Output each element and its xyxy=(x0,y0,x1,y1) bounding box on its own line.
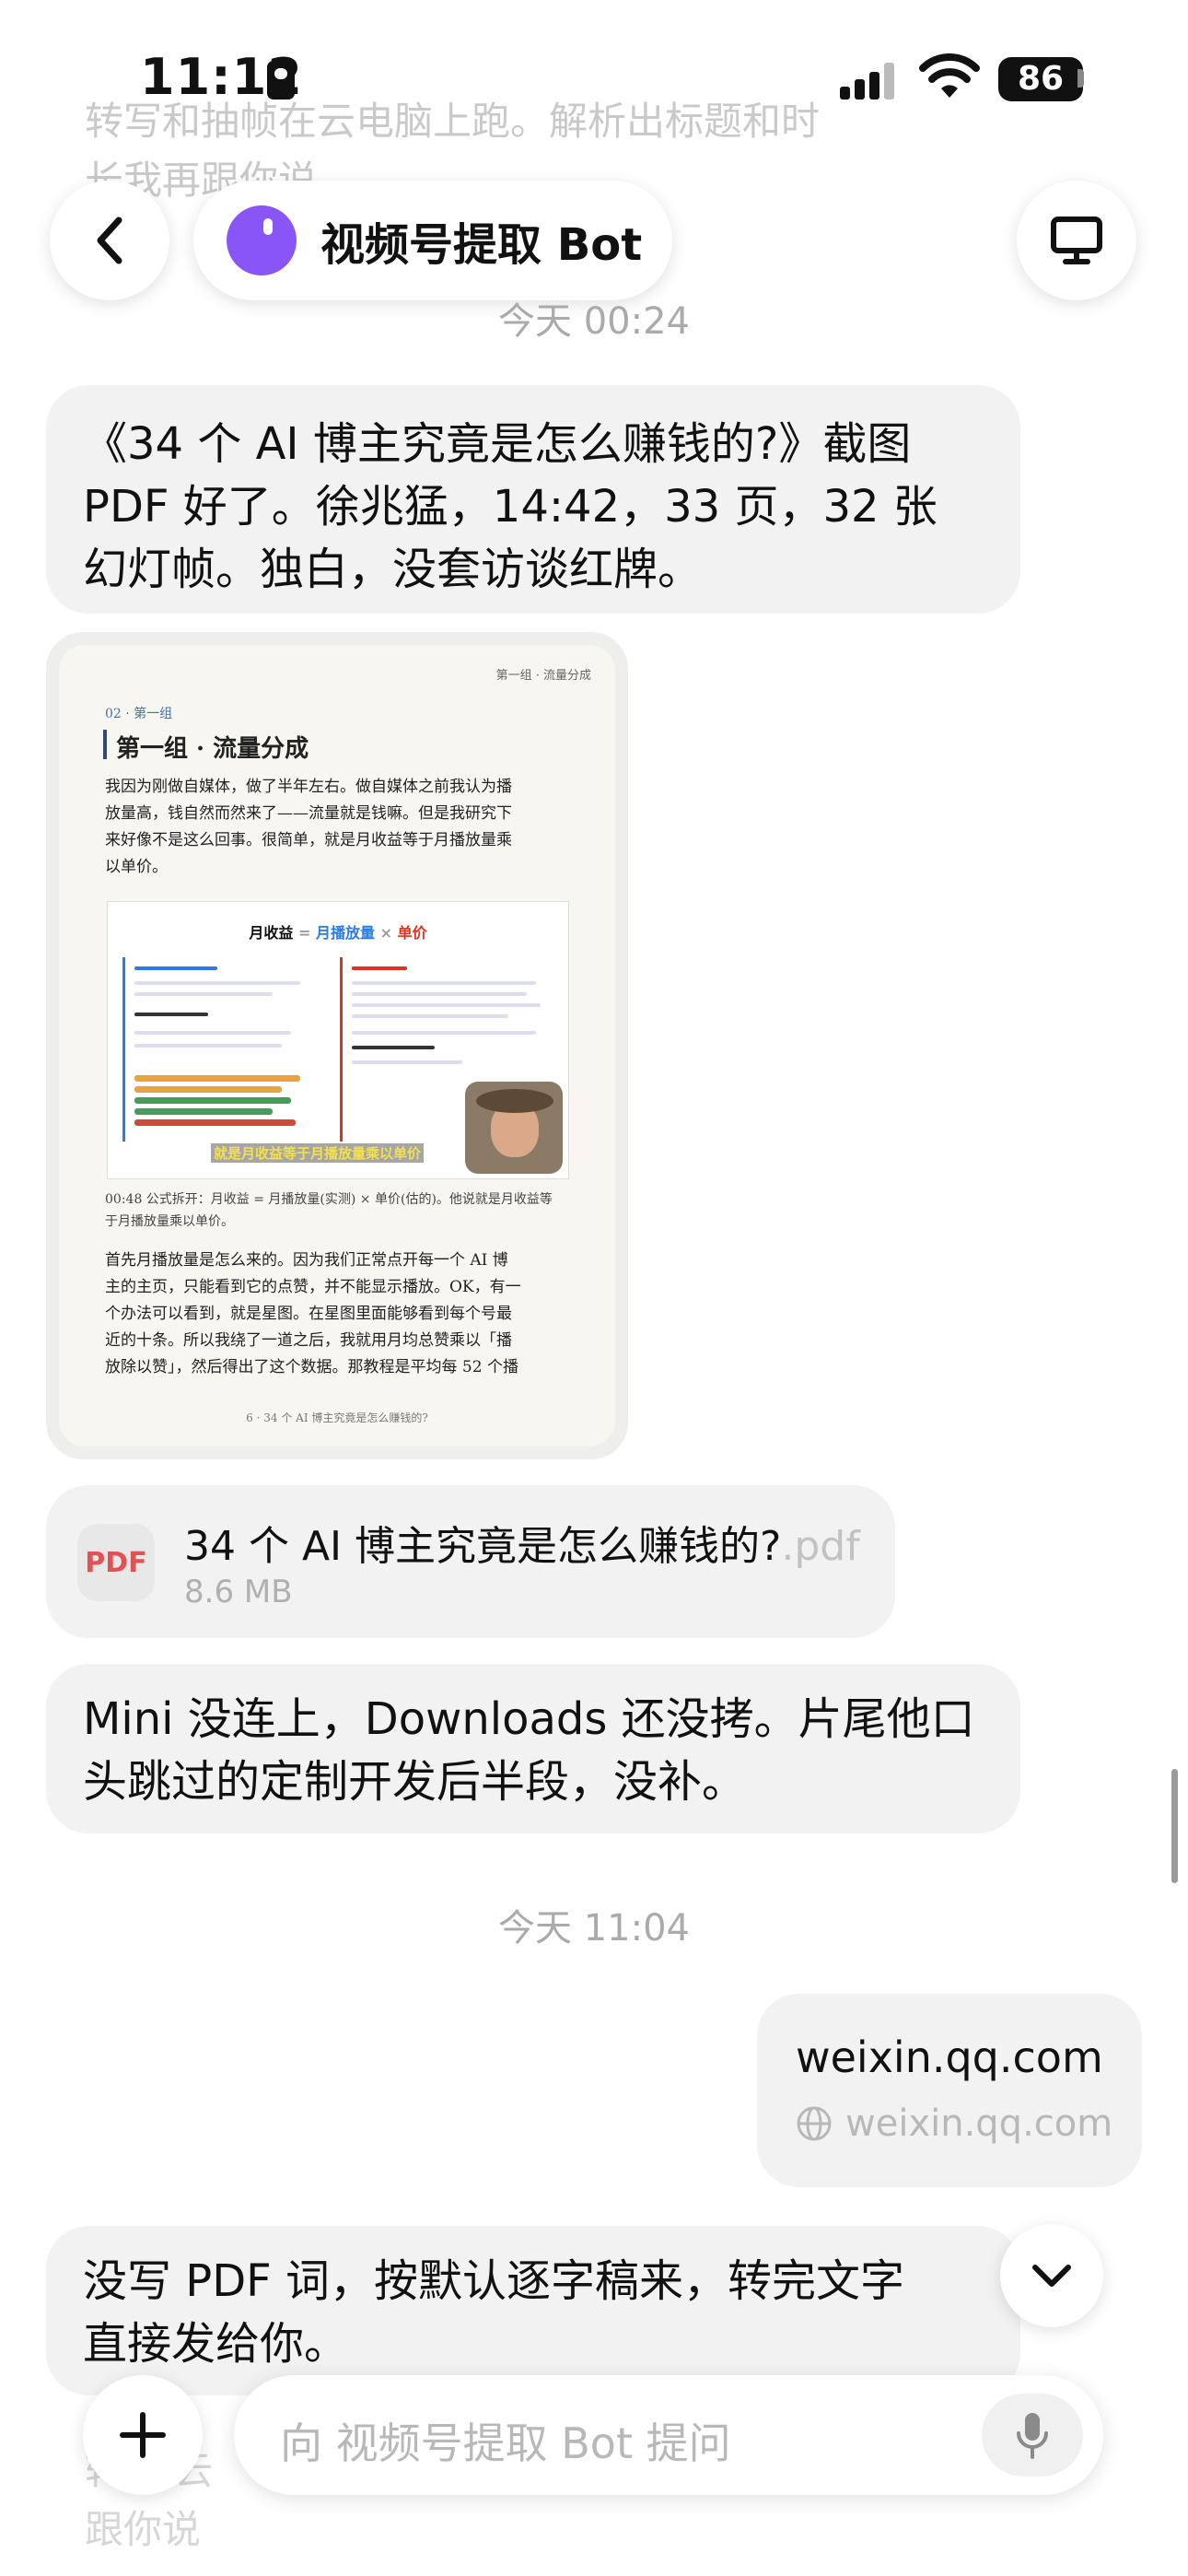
bot-message: Mini 没连上，Downloads 还没拷。片尾他口 头跳过的定制开发后半段，… xyxy=(46,1664,1020,1833)
doc-line: 于月播放量乘以单价。 xyxy=(105,1214,234,1229)
bot-message: 没写 PDF 词，按默认逐字稿来，转完文字 直接发给你。 xyxy=(46,2226,1020,2395)
pdf-page-preview: 第一组 · 流量分成 02 · 第一组 第一组 · 流量分成 我因为刚做自媒体，… xyxy=(59,645,615,1446)
formula-term: 月收益 xyxy=(249,924,294,942)
battery-indicator: 86 xyxy=(998,57,1083,101)
user-link-message[interactable]: weixin.qq.com weixin.qq.com xyxy=(757,1994,1142,2187)
slide-frame: 月收益 = 月播放量 × 单价 就是月收益等于月播放量乘以单价 xyxy=(107,901,569,1179)
doc-line: 来好像不是这么回事。很简单，就是月收益等于月播放量乘 xyxy=(105,831,512,849)
message-text: 没写 PDF 词，按默认逐字稿来，转完文字 直接发给你。 xyxy=(83,2250,904,2375)
link-domain: weixin.qq.com xyxy=(845,2102,1113,2145)
message-input-placeholder: 向 视频号提取 Bot 提问 xyxy=(280,2418,731,2468)
plus-icon xyxy=(120,2412,166,2458)
message-text: 《34 个 AI 博主究竟是怎么赚钱的?》截图 PDF 好了。徐兆猛，14:42… xyxy=(83,413,938,601)
pdf-file-attachment[interactable]: PDF 34 个 AI 博主究竟是怎么赚钱的?.pdf 8.6 MB xyxy=(46,1485,895,1638)
monitor-icon xyxy=(1051,217,1102,264)
file-size: 8.6 MB xyxy=(184,1574,293,1610)
bot-title: 视频号提取 Bot xyxy=(320,219,643,271)
title-accent-bar xyxy=(103,730,107,759)
link-domain-row: weixin.qq.com xyxy=(796,2102,1112,2145)
chevron-down-icon xyxy=(1032,2265,1071,2287)
formula-term: 月播放量 xyxy=(315,924,375,942)
link-title: weixin.qq.com xyxy=(796,2032,1103,2082)
doc-page-footer: 6 · 34 个 AI 博主究竟是怎么赚钱的? xyxy=(246,1411,428,1424)
doc-line: 放量高，钱自然而然来了——流量就是钱嘛。但是我研究下 xyxy=(105,804,512,823)
doc-line: 00:48 公式拆开：月收益 = 月播放量(实测) × 单价(估的)。他说就是月… xyxy=(105,1192,553,1207)
message-line: 直接发给你。 xyxy=(83,2318,349,2370)
file-extension: .pdf xyxy=(781,1523,860,1570)
message-line: 头跳过的定制开发后半段，没补。 xyxy=(83,1756,747,1808)
image-attachment[interactable]: 第一组 · 流量分成 02 · 第一组 第一组 · 流量分成 我因为刚做自媒体，… xyxy=(46,632,628,1459)
message-line: 没写 PDF 词，按默认逐字稿来，转完文字 xyxy=(83,2255,905,2307)
scroll-to-bottom-button[interactable] xyxy=(1000,2224,1103,2327)
cellular-signal-icon xyxy=(840,63,895,100)
timestamp-separator: 今天 11:04 xyxy=(498,1907,690,1950)
doc-line: 首先月播放量是怎么来的。因为我们正常点开每一个 AI 博 xyxy=(105,1251,508,1270)
formula-op: × xyxy=(379,924,392,942)
pdf-file-icon: PDF xyxy=(77,1524,155,1601)
formula-term: 单价 xyxy=(397,924,427,942)
add-attachment-button[interactable] xyxy=(83,2375,203,2495)
doc-line: 主的主页，只能看到它的点赞，并不能显示播放。OK，有一 xyxy=(105,1278,521,1296)
bot-message: 《34 个 AI 博主究竟是怎么赚钱的?》截图 PDF 好了。徐兆猛，14:42… xyxy=(46,385,1020,614)
doc-line: 个办法可以看到，就是星图。在星图里面能够看到每个号最 xyxy=(105,1305,512,1323)
message-input[interactable]: 向 视频号提取 Bot 提问 xyxy=(234,2375,1103,2495)
battery-tip xyxy=(1077,69,1084,88)
timestamp-separator: 今天 00:24 xyxy=(498,300,690,343)
formula-op: = xyxy=(298,924,311,942)
doc-line: 放除以赞」，然后得出了这个数据。那教程是平均每 52 个播 xyxy=(105,1358,518,1376)
slide-formula: 月收益 = 月播放量 × 单价 xyxy=(108,920,568,943)
file-name: 34 个 AI 博主究竟是怎么赚钱的?.pdf xyxy=(184,1513,860,1572)
microphone-icon xyxy=(1017,2413,1048,2459)
doc-running-header: 第一组 · 流量分成 xyxy=(495,669,591,683)
voice-input-button[interactable] xyxy=(982,2394,1083,2476)
doc-section-title: 第一组 · 流量分成 xyxy=(116,735,309,763)
ghost-line: 跟你说 xyxy=(85,2507,202,2552)
message-line: PDF 好了。徐兆猛，14:42，33 页，32 张 xyxy=(83,481,938,533)
file-name-base: 34 个 AI 博主究竟是怎么赚钱的? xyxy=(184,1523,782,1570)
back-button[interactable] xyxy=(50,181,169,300)
message-line: 幻灯帧。独白，没套访谈红牌。 xyxy=(83,544,703,595)
doc-timestamp-note: 00:48 公式拆开：月收益 = 月播放量(实测) × 单价(估的)。他说就是月… xyxy=(105,1188,565,1233)
message-line: 《34 个 AI 博主究竟是怎么赚钱的?》截图 xyxy=(83,418,912,470)
message-line: Mini 没连上，Downloads 还没拷。片尾他口 xyxy=(83,1693,975,1745)
doc-line: 我因为刚做自媒体，做了半年左右。做自媒体之前我认为播 xyxy=(105,778,512,796)
doc-line: 以单价。 xyxy=(105,858,168,876)
globe-icon xyxy=(797,2106,832,2141)
scrollbar[interactable] xyxy=(1171,1769,1178,1883)
bot-avatar xyxy=(227,205,297,275)
bot-title-pill[interactable]: 视频号提取 Bot xyxy=(193,181,672,300)
message-text: Mini 没连上，Downloads 还没拷。片尾他口 头跳过的定制开发后半段，… xyxy=(83,1688,975,1813)
slide-left-column xyxy=(122,957,328,1142)
video-subtitle: 就是月收益等于月播放量乘以单价 xyxy=(211,1143,425,1163)
presenter-video-thumbnail xyxy=(465,1082,563,1174)
doc-paragraph: 首先月播放量是怎么来的。因为我们正常点开每一个 AI 博 主的主页，只能看到它的… xyxy=(105,1247,565,1381)
ghost-line: 转写和抽帧在云电脑上跑。解析出标题和时 xyxy=(85,99,821,144)
doc-section-label: 02 · 第一组 xyxy=(105,707,173,721)
doc-paragraph: 我因为刚做自媒体，做了半年左右。做自媒体之前我认为播 放量高，钱自然而然来了——… xyxy=(105,774,565,881)
desktop-button[interactable] xyxy=(1017,181,1136,300)
wifi-icon xyxy=(919,53,980,98)
chevron-left-icon xyxy=(97,217,122,264)
doc-line: 近的十条。所以我绕了一道之后，我就用月均总赞乘以「播 xyxy=(105,1331,512,1350)
